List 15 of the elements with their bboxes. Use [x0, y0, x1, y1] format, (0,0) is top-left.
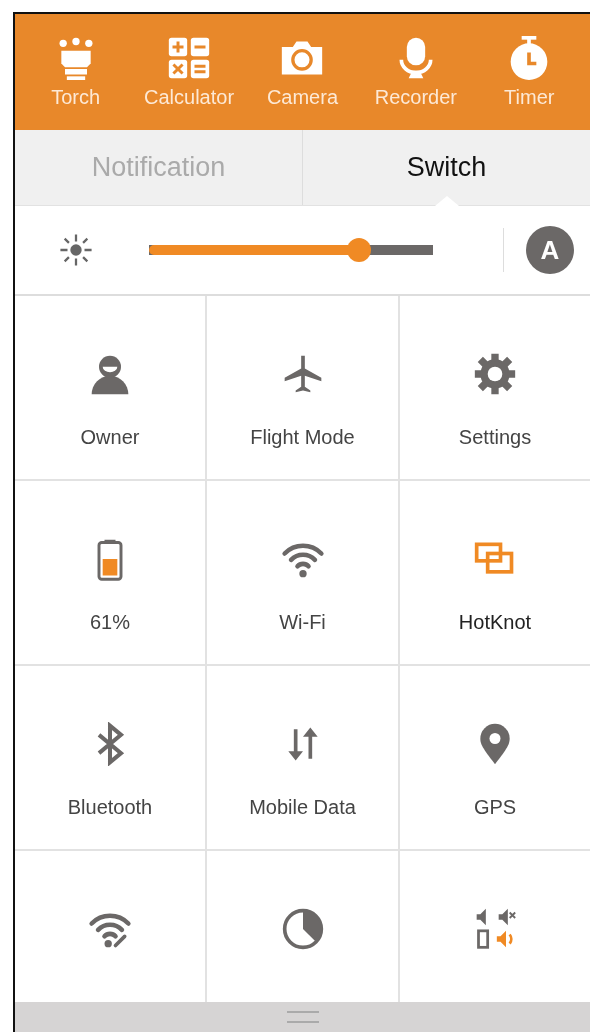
toggle-tile[interactable]: Wi-Fi: [207, 481, 400, 666]
toggle-tile[interactable]: Mobile Data: [207, 666, 400, 851]
handle-icon: [286, 1011, 319, 1023]
slider-thumb[interactable]: [347, 238, 372, 262]
toggle-tile[interactable]: Flight Mode: [207, 296, 400, 481]
auto-brightness-button[interactable]: A: [526, 226, 574, 274]
pie-clock-icon: [280, 907, 325, 951]
settings-icon: [473, 352, 517, 396]
calculator-icon: [167, 35, 212, 80]
bottom-handle-bar[interactable]: [15, 1002, 590, 1032]
brightness-icon: [59, 233, 93, 267]
toggle-tile[interactable]: 61%: [15, 481, 207, 666]
tab[interactable]: Switch: [303, 130, 590, 205]
toggle-tile[interactable]: Owner: [15, 296, 207, 481]
toggle-tile[interactable]: Bluetooth: [15, 666, 207, 851]
